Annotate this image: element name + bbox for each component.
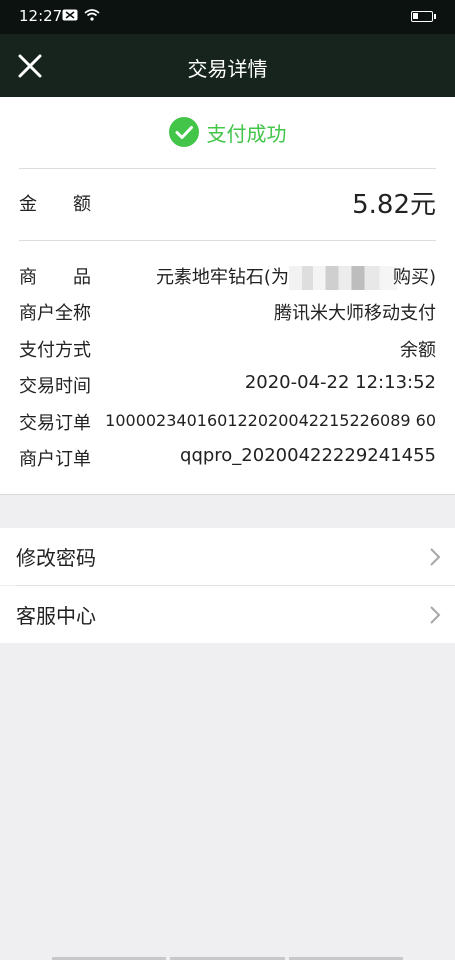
detail-row-merchant-order: 商户订单 qqpro_20200422229241455 bbox=[19, 445, 436, 475]
page-title: 交易详情 bbox=[187, 57, 268, 81]
detail-key: 商户全称 bbox=[19, 303, 91, 324]
detail-row-transaction-order: 交易订单 100002340160122020042215226089 60 bbox=[19, 409, 436, 439]
detail-value: 元素地牢钻石(为 购买) bbox=[156, 263, 436, 290]
notification-icon bbox=[62, 9, 78, 21]
redacted-username bbox=[288, 266, 397, 290]
chevron-right-icon bbox=[430, 548, 441, 566]
customer-service-item[interactable]: 客服中心 bbox=[0, 586, 455, 643]
menu-label: 修改密码 bbox=[16, 546, 96, 570]
battery-icon bbox=[411, 11, 436, 22]
detail-row-product: 商 品 元素地牢钻石(为 购买) bbox=[19, 263, 436, 293]
chevron-right-icon bbox=[430, 606, 441, 624]
detail-row-time: 交易时间 2020-04-22 12:13:52 bbox=[19, 372, 436, 402]
detail-row-payment-method: 支付方式 余额 bbox=[19, 336, 436, 366]
detail-value: qqpro_20200422229241455 bbox=[180, 445, 436, 466]
detail-value: 余额 bbox=[400, 340, 436, 361]
change-password-item[interactable]: 修改密码 bbox=[0, 528, 455, 585]
detail-value: 100002340160122020042215226089 60 bbox=[105, 411, 436, 430]
detail-key: 支付方式 bbox=[19, 340, 91, 361]
status-bar: 12:27 bbox=[0, 0, 455, 34]
menu-label: 客服中心 bbox=[16, 604, 96, 628]
wifi-icon bbox=[84, 9, 100, 21]
status-icons bbox=[62, 9, 100, 21]
detail-value: 2020-04-22 12:13:52 bbox=[244, 372, 436, 393]
title-bar: 交易详情 bbox=[0, 34, 455, 97]
detail-key: 商 品 bbox=[19, 267, 91, 288]
amount-value: 5.82元 bbox=[352, 190, 436, 220]
payment-status: 支付成功 bbox=[0, 117, 455, 147]
detail-key: 交易订单 bbox=[19, 413, 91, 434]
transaction-card: 支付成功 金 额 5.82元 商 品 元素地牢钻石(为 购买) 商户全称 腾讯米大… bbox=[0, 97, 455, 495]
product-suffix: 购买) bbox=[392, 267, 436, 288]
product-name: 元素地牢钻石(为 bbox=[155, 267, 289, 288]
divider bbox=[19, 240, 436, 241]
detail-row-merchant: 商户全称 腾讯米大师移动支付 bbox=[19, 299, 436, 329]
status-text: 支付成功 bbox=[206, 121, 287, 146]
detail-value: 腾讯米大师移动支付 bbox=[274, 303, 436, 324]
status-time: 12:27 bbox=[19, 7, 63, 25]
amount-label: 金 额 bbox=[19, 194, 91, 215]
detail-key: 交易时间 bbox=[19, 376, 91, 397]
detail-key: 商户订单 bbox=[19, 449, 91, 470]
check-circle-icon bbox=[168, 117, 199, 147]
divider bbox=[19, 168, 436, 169]
